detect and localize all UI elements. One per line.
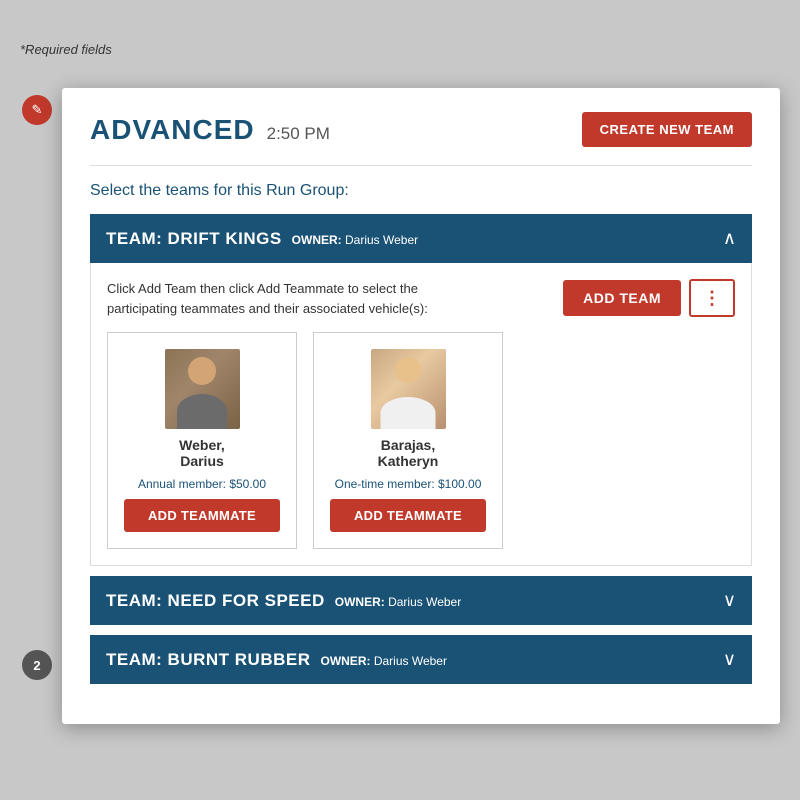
- team-section-drift-kings: TEAM: DRIFT KINGS OWNER: Darius Weber ∧ …: [90, 214, 752, 566]
- team-body-drift-kings: Click Add Team then click Add Teammate t…: [90, 263, 752, 566]
- teammate-name-weber: Weber,Darius: [179, 437, 225, 469]
- modal-time: 2:50 PM: [267, 124, 330, 144]
- team-section-burnt-rubber: TEAM: BURNT RUBBER OWNER: Darius Weber ∨: [90, 635, 752, 684]
- header-divider: [90, 165, 752, 166]
- add-teammate-button-barajas[interactable]: ADD TEAMMATE: [330, 499, 486, 532]
- teammate-membership-weber: Annual member: $50.00: [138, 477, 266, 491]
- teammate-card-weber: Weber,Darius Annual member: $50.00 ADD T…: [107, 332, 297, 549]
- team-name-drift-kings: TEAM: DRIFT KINGS: [106, 229, 282, 249]
- team-header-left: TEAM: DRIFT KINGS OWNER: Darius Weber: [106, 229, 418, 249]
- step-badge: 2: [22, 650, 52, 680]
- modal: ADVANCED 2:50 PM CREATE NEW TEAM Select …: [62, 88, 780, 724]
- team-header-burnt-rubber[interactable]: TEAM: BURNT RUBBER OWNER: Darius Weber ∨: [90, 635, 752, 684]
- team-section-need-for-speed: TEAM: NEED FOR SPEED OWNER: Darius Weber…: [90, 576, 752, 625]
- modal-title-area: ADVANCED 2:50 PM: [90, 114, 330, 146]
- edit-icon[interactable]: ✎: [22, 95, 52, 125]
- modal-header: ADVANCED 2:50 PM CREATE NEW TEAM: [90, 112, 752, 147]
- team-owner-need-for-speed: OWNER: Darius Weber: [335, 595, 461, 609]
- add-team-button-drift-kings[interactable]: ADD TEAM: [563, 280, 681, 316]
- chevron-down-icon-br: ∨: [723, 649, 736, 670]
- team-owner-drift-kings: OWNER: Darius Weber: [292, 233, 418, 247]
- teammate-membership-barajas: One-time member: $100.00: [335, 477, 482, 491]
- team-header-drift-kings[interactable]: TEAM: DRIFT KINGS OWNER: Darius Weber ∧: [90, 214, 752, 263]
- teammates-grid-drift-kings: Weber,Darius Annual member: $50.00 ADD T…: [107, 332, 735, 549]
- team-actions-drift-kings: ADD TEAM ⋮: [563, 279, 735, 317]
- team-header-left-br: TEAM: BURNT RUBBER OWNER: Darius Weber: [106, 650, 447, 670]
- team-name-burnt-rubber: TEAM: BURNT RUBBER: [106, 650, 310, 670]
- modal-title: ADVANCED: [90, 114, 255, 146]
- teammate-name-barajas: Barajas,Katheryn: [378, 437, 439, 469]
- add-teammate-button-weber[interactable]: ADD TEAMMATE: [124, 499, 280, 532]
- required-fields-label: *Required fields: [20, 42, 112, 57]
- team-header-left-nfs: TEAM: NEED FOR SPEED OWNER: Darius Weber: [106, 591, 461, 611]
- chevron-down-icon-nfs: ∨: [723, 590, 736, 611]
- team-owner-burnt-rubber: OWNER: Darius Weber: [320, 654, 446, 668]
- team-header-need-for-speed[interactable]: TEAM: NEED FOR SPEED OWNER: Darius Weber…: [90, 576, 752, 625]
- teammate-photo-barajas: [371, 349, 446, 429]
- more-options-button-drift-kings[interactable]: ⋮: [689, 279, 735, 317]
- teammate-photo-weber: [165, 349, 240, 429]
- more-icon: ⋮: [703, 289, 721, 307]
- team-body-top: Click Add Team then click Add Teammate t…: [107, 279, 735, 318]
- teammate-card-barajas: Barajas,Katheryn One-time member: $100.0…: [313, 332, 503, 549]
- select-teams-label: Select the teams for this Run Group:: [90, 182, 752, 200]
- create-new-team-button[interactable]: CREATE NEW TEAM: [582, 112, 752, 147]
- chevron-up-icon: ∧: [723, 228, 736, 249]
- team-description-drift-kings: Click Add Team then click Add Teammate t…: [107, 279, 487, 318]
- team-name-need-for-speed: TEAM: NEED FOR SPEED: [106, 591, 325, 611]
